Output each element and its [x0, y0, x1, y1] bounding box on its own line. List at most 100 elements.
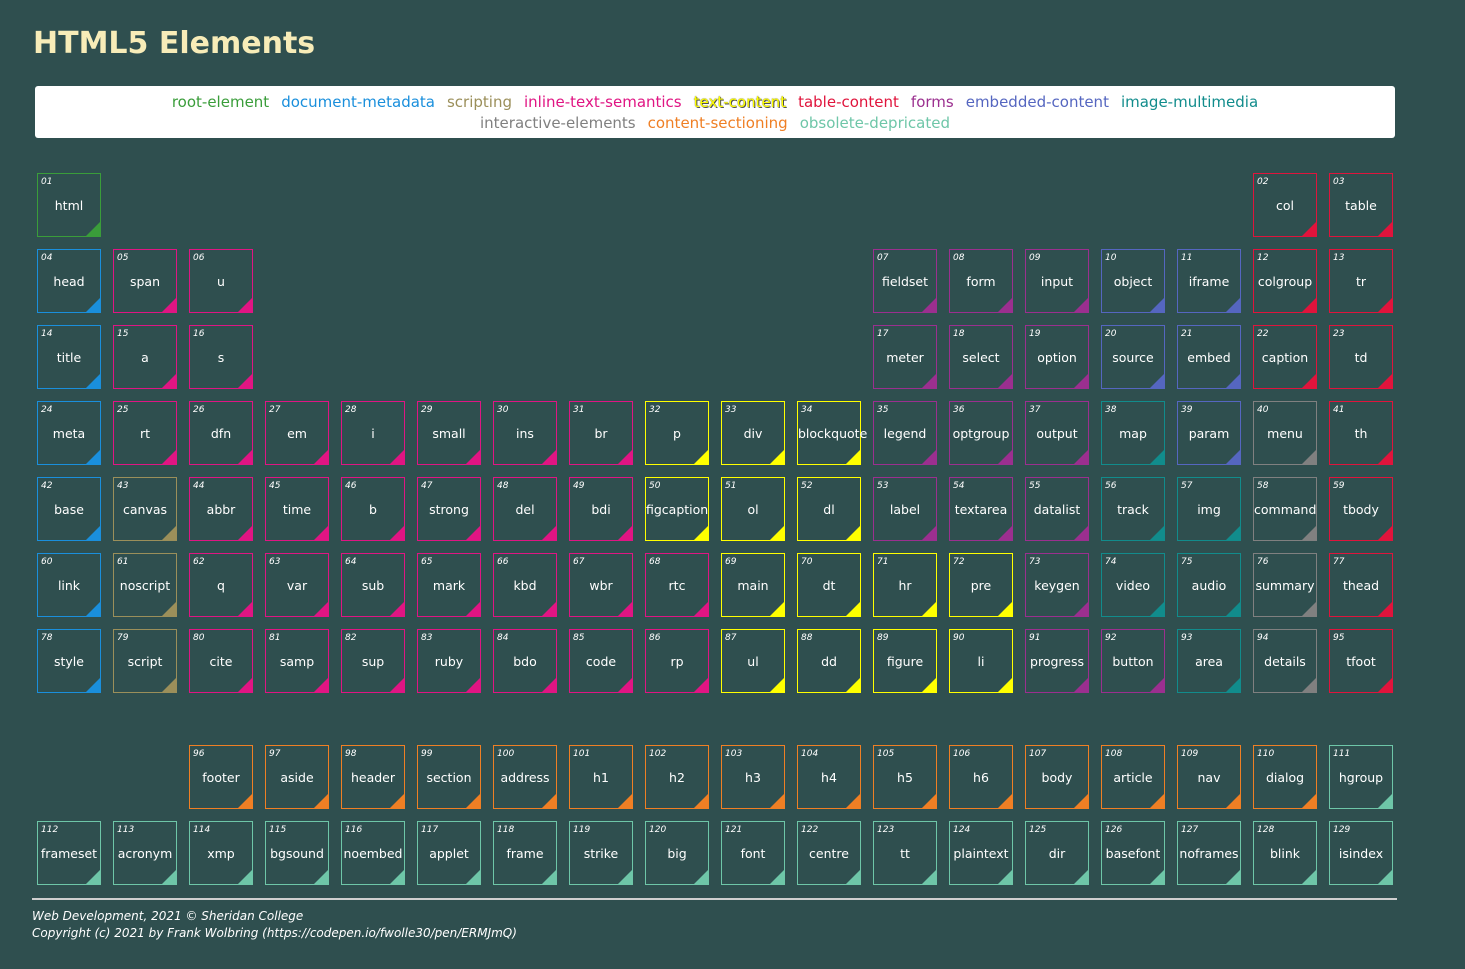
element-tile-frameset[interactable]: 112 frameset — [37, 821, 101, 885]
element-tile-cite[interactable]: 80 cite — [189, 629, 253, 693]
element-tile-video[interactable]: 74 video — [1101, 553, 1165, 617]
element-tile-tr[interactable]: 13 tr — [1329, 249, 1393, 313]
element-tile-figcaption[interactable]: 50 figcaption — [645, 477, 709, 541]
element-tile-nav[interactable]: 109 nav — [1177, 745, 1241, 809]
element-tile-embed[interactable]: 21 embed — [1177, 325, 1241, 389]
element-tile-u[interactable]: 06 u — [189, 249, 253, 313]
element-tile-h5[interactable]: 105 h5 — [873, 745, 937, 809]
element-tile-var[interactable]: 63 var — [265, 553, 329, 617]
element-tile-menu[interactable]: 40 menu — [1253, 401, 1317, 465]
element-tile-bgsound[interactable]: 115 bgsound — [265, 821, 329, 885]
element-tile-dfn[interactable]: 26 dfn — [189, 401, 253, 465]
element-tile-font[interactable]: 121 font — [721, 821, 785, 885]
element-tile-ruby[interactable]: 83 ruby — [417, 629, 481, 693]
element-tile-basefont[interactable]: 126 basefont — [1101, 821, 1165, 885]
element-tile-h6[interactable]: 106 h6 — [949, 745, 1013, 809]
element-tile-optgroup[interactable]: 36 optgroup — [949, 401, 1013, 465]
element-tile-label[interactable]: 53 label — [873, 477, 937, 541]
element-tile-tfoot[interactable]: 95 tfoot — [1329, 629, 1393, 693]
element-tile-del[interactable]: 48 del — [493, 477, 557, 541]
element-tile-hr[interactable]: 71 hr — [873, 553, 937, 617]
element-tile-rtc[interactable]: 68 rtc — [645, 553, 709, 617]
element-tile-article[interactable]: 108 article — [1101, 745, 1165, 809]
element-tile-acronym[interactable]: 113 acronym — [113, 821, 177, 885]
element-tile-mark[interactable]: 65 mark — [417, 553, 481, 617]
element-tile-area[interactable]: 93 area — [1177, 629, 1241, 693]
element-tile-script[interactable]: 79 script — [113, 629, 177, 693]
element-tile-strong[interactable]: 47 strong — [417, 477, 481, 541]
element-tile-input[interactable]: 09 input — [1025, 249, 1089, 313]
element-tile-dl[interactable]: 52 dl — [797, 477, 861, 541]
element-tile-main[interactable]: 69 main — [721, 553, 785, 617]
element-tile-progress[interactable]: 91 progress — [1025, 629, 1089, 693]
element-tile-abbr[interactable]: 44 abbr — [189, 477, 253, 541]
element-tile-rp[interactable]: 86 rp — [645, 629, 709, 693]
element-tile-strike[interactable]: 119 strike — [569, 821, 633, 885]
element-tile-select[interactable]: 18 select — [949, 325, 1013, 389]
element-tile-dd[interactable]: 88 dd — [797, 629, 861, 693]
element-tile-pre[interactable]: 72 pre — [949, 553, 1013, 617]
element-tile-br[interactable]: 31 br — [569, 401, 633, 465]
element-tile-h1[interactable]: 101 h1 — [569, 745, 633, 809]
element-tile-sub[interactable]: 64 sub — [341, 553, 405, 617]
element-tile-sup[interactable]: 82 sup — [341, 629, 405, 693]
element-tile-html[interactable]: 01 html — [37, 173, 101, 237]
element-tile-p[interactable]: 32 p — [645, 401, 709, 465]
element-tile-iframe[interactable]: 11 iframe — [1177, 249, 1241, 313]
element-tile-base[interactable]: 42 base — [37, 477, 101, 541]
element-tile-option[interactable]: 19 option — [1025, 325, 1089, 389]
element-tile-address[interactable]: 100 address — [493, 745, 557, 809]
element-tile-footer[interactable]: 96 footer — [189, 745, 253, 809]
element-tile-applet[interactable]: 117 applet — [417, 821, 481, 885]
element-tile-xmp[interactable]: 114 xmp — [189, 821, 253, 885]
element-tile-figure[interactable]: 89 figure — [873, 629, 937, 693]
element-tile-bdo[interactable]: 84 bdo — [493, 629, 557, 693]
element-tile-canvas[interactable]: 43 canvas — [113, 477, 177, 541]
element-tile-style[interactable]: 78 style — [37, 629, 101, 693]
element-tile-col[interactable]: 02 col — [1253, 173, 1317, 237]
element-tile-title[interactable]: 14 title — [37, 325, 101, 389]
element-tile-datalist[interactable]: 55 datalist — [1025, 477, 1089, 541]
element-tile-a[interactable]: 15 a — [113, 325, 177, 389]
element-tile-span[interactable]: 05 span — [113, 249, 177, 313]
element-tile-samp[interactable]: 81 samp — [265, 629, 329, 693]
element-tile-th[interactable]: 41 th — [1329, 401, 1393, 465]
element-tile-img[interactable]: 57 img — [1177, 477, 1241, 541]
element-tile-tbody[interactable]: 59 tbody — [1329, 477, 1393, 541]
element-tile-dialog[interactable]: 110 dialog — [1253, 745, 1317, 809]
element-tile-blockquote[interactable]: 34 blockquote — [797, 401, 867, 465]
element-tile-code[interactable]: 85 code — [569, 629, 633, 693]
element-tile-frame[interactable]: 118 frame — [493, 821, 557, 885]
element-tile-object[interactable]: 10 object — [1101, 249, 1165, 313]
element-tile-details[interactable]: 94 details — [1253, 629, 1317, 693]
element-tile-b[interactable]: 46 b — [341, 477, 405, 541]
element-tile-kbd[interactable]: 66 kbd — [493, 553, 557, 617]
element-tile-aside[interactable]: 97 aside — [265, 745, 329, 809]
element-tile-track[interactable]: 56 track — [1101, 477, 1165, 541]
element-tile-link[interactable]: 60 link — [37, 553, 101, 617]
element-tile-h3[interactable]: 103 h3 — [721, 745, 785, 809]
element-tile-div[interactable]: 33 div — [721, 401, 785, 465]
element-tile-td[interactable]: 23 td — [1329, 325, 1393, 389]
element-tile-big[interactable]: 120 big — [645, 821, 709, 885]
element-tile-noscript[interactable]: 61 noscript — [113, 553, 177, 617]
element-tile-hgroup[interactable]: 111 hgroup — [1329, 745, 1393, 809]
element-tile-tt[interactable]: 123 tt — [873, 821, 937, 885]
element-tile-q[interactable]: 62 q — [189, 553, 253, 617]
element-tile-command[interactable]: 58 command — [1253, 477, 1317, 541]
element-tile-em[interactable]: 27 em — [265, 401, 329, 465]
element-tile-small[interactable]: 29 small — [417, 401, 481, 465]
element-tile-ul[interactable]: 87 ul — [721, 629, 785, 693]
element-tile-noframes[interactable]: 127 noframes — [1177, 821, 1241, 885]
element-tile-rt[interactable]: 25 rt — [113, 401, 177, 465]
element-tile-meter[interactable]: 17 meter — [873, 325, 937, 389]
element-tile-map[interactable]: 38 map — [1101, 401, 1165, 465]
element-tile-form[interactable]: 08 form — [949, 249, 1013, 313]
element-tile-i[interactable]: 28 i — [341, 401, 405, 465]
element-tile-meta[interactable]: 24 meta — [37, 401, 101, 465]
element-tile-button[interactable]: 92 button — [1101, 629, 1165, 693]
element-tile-output[interactable]: 37 output — [1025, 401, 1089, 465]
element-tile-textarea[interactable]: 54 textarea — [949, 477, 1013, 541]
element-tile-li[interactable]: 90 li — [949, 629, 1013, 693]
element-tile-summary[interactable]: 76 summary — [1253, 553, 1317, 617]
